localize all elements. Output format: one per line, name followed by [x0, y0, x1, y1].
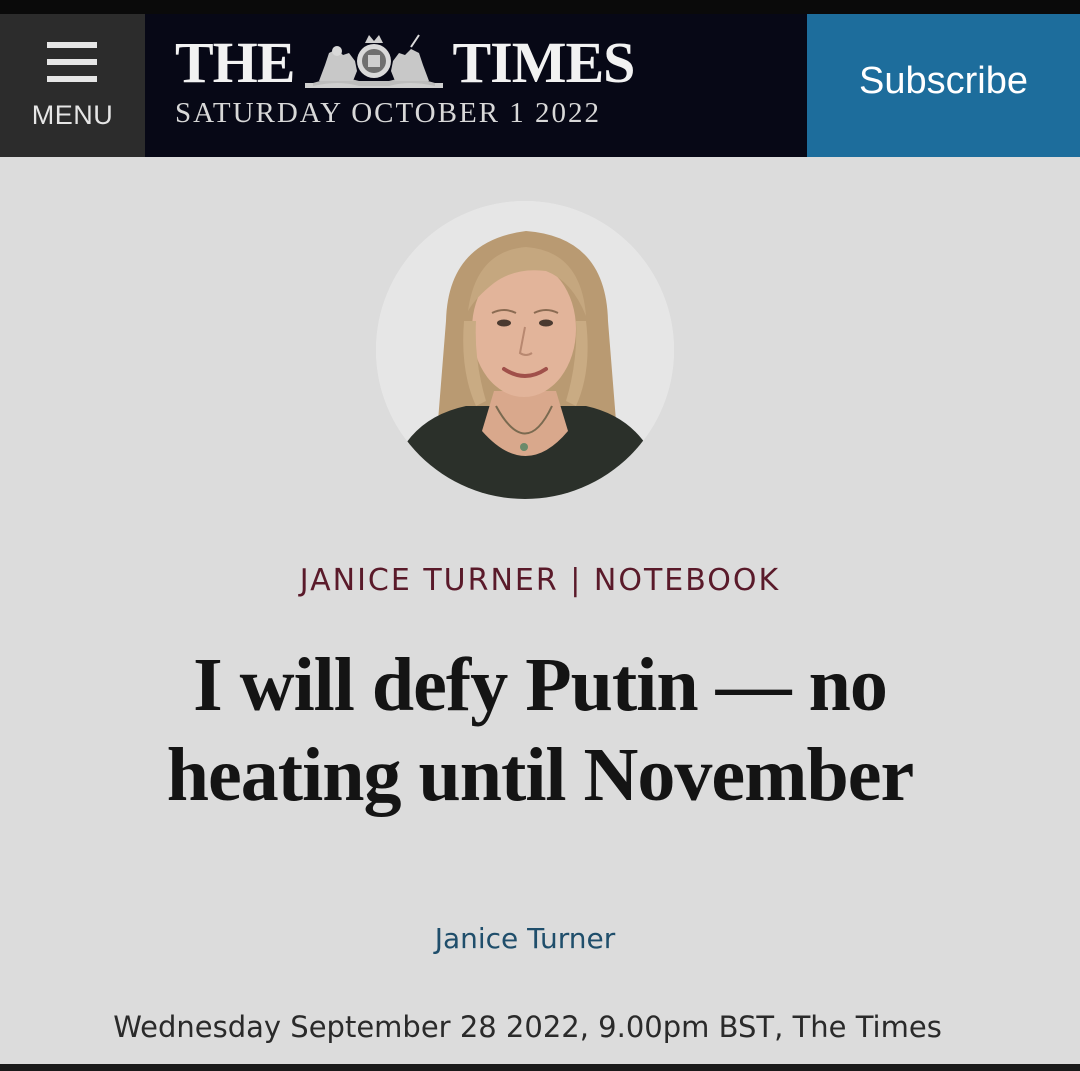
section-tag[interactable]: JANICE TURNER | NOTEBOOK — [0, 563, 1080, 598]
subscribe-button[interactable]: Subscribe — [807, 14, 1080, 157]
author-avatar — [376, 201, 674, 499]
royal-crest-icon — [304, 34, 443, 88]
publication-date: Wednesday September 28 2022, 9.00pm BST,… — [113, 1010, 942, 1044]
headline-line-1: I will defy Putin — no — [193, 643, 888, 727]
times-logo[interactable]: THE TIMES — [175, 28, 636, 98]
logo-word-the: THE — [175, 30, 295, 95]
bottom-frame-strip — [0, 1064, 1080, 1071]
article-headline: I will defy Putin — no heating until Nov… — [60, 640, 1020, 820]
headline-line-2: heating until November — [166, 733, 914, 817]
logo-word-times: TIMES — [452, 30, 636, 95]
author-link[interactable]: Janice Turner — [0, 922, 1050, 955]
edition-date: SATURDAY OCTOBER 1 2022 — [175, 97, 602, 129]
author-portrait — [376, 201, 674, 499]
hamburger-icon — [47, 42, 97, 84]
top-frame-strip — [0, 0, 1080, 14]
menu-label: MENU — [31, 100, 114, 130]
masthead: THE TIMES SATURDAY OCTOBER 1 2022 — [145, 14, 807, 157]
site-header: MENU THE TIMES SATURDAY OCTOBER 1 2022 S… — [0, 14, 1080, 157]
menu-button[interactable]: MENU — [0, 14, 145, 157]
